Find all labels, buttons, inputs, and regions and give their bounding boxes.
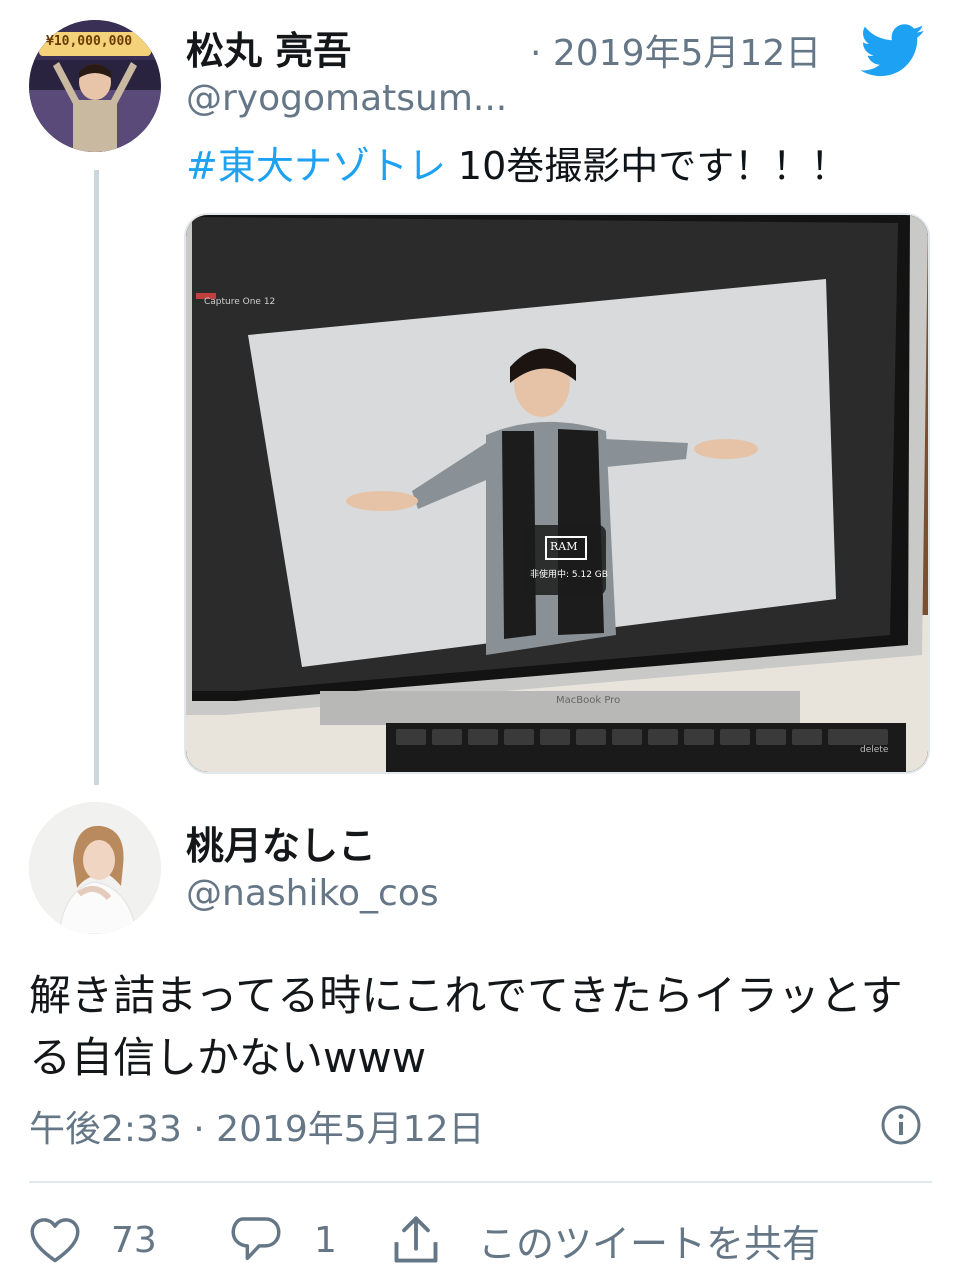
photo-ram-usage: 非使用中: 5.12 GB <box>530 570 608 580</box>
like-count: 73 <box>111 1219 157 1261</box>
like-button[interactable]: 73 <box>29 1214 157 1266</box>
reply-tweet-text: 解き詰まってる時にこれでてきたらイラッとす る自信しかないwww <box>29 965 903 1089</box>
reply-timestamp[interactable]: 午後2:33 · 2019年5月12日 <box>29 1100 485 1152</box>
reply-text-line-1: 解き詰まってる時にこれでてきたらイラッとす <box>29 971 903 1020</box>
hashtag-link[interactable]: #東大ナゾトレ <box>186 144 446 188</box>
heart-icon <box>30 1218 80 1263</box>
reply-text-line-2: る自信しかないwww <box>29 1033 427 1082</box>
reply-button[interactable]: 1 <box>230 1214 337 1266</box>
tweet-photo[interactable]: Capture One 12 RAM 非使用中: 5.12 GB MacBook… <box>184 213 930 774</box>
parent-tweet-body: 10巻撮影中です！！！ <box>445 144 849 188</box>
avatar-banner-text: ¥10,000,000 <box>46 34 133 49</box>
share-label: このツイートを共有 <box>478 1221 821 1266</box>
reply-avatar-image <box>29 802 161 934</box>
photo-laptop-illustration <box>186 215 928 772</box>
parent-author-name[interactable]: 松丸 亮吾 <box>186 20 351 75</box>
info-icon[interactable] <box>880 1104 922 1146</box>
photo-app-name: Capture One 12 <box>204 297 276 307</box>
parent-handle[interactable]: @ryogomatsum... <box>186 78 507 119</box>
thread-line <box>94 170 99 785</box>
share-icon <box>394 1216 438 1263</box>
share-button[interactable]: このツイートを共有 <box>392 1214 820 1266</box>
twitter-bird-icon <box>860 24 926 78</box>
reply-handle[interactable]: @nashiko_cos <box>186 873 439 914</box>
photo-laptop-label: MacBook Pro <box>556 695 621 706</box>
reply-author-name[interactable]: 桃月なしこ <box>186 815 376 870</box>
photo-key-delete: delete <box>860 745 889 755</box>
reply-avatar[interactable] <box>29 802 161 934</box>
reply-count: 1 <box>314 1219 337 1261</box>
parent-tweet-text: #東大ナゾトレ 10巻撮影中です！！！ <box>186 135 848 190</box>
photo-ram-label: RAM <box>550 540 578 553</box>
parent-tweet-date[interactable]: · 2019年5月12日 <box>530 24 821 76</box>
divider <box>29 1181 932 1183</box>
reply-icon <box>231 1217 281 1261</box>
